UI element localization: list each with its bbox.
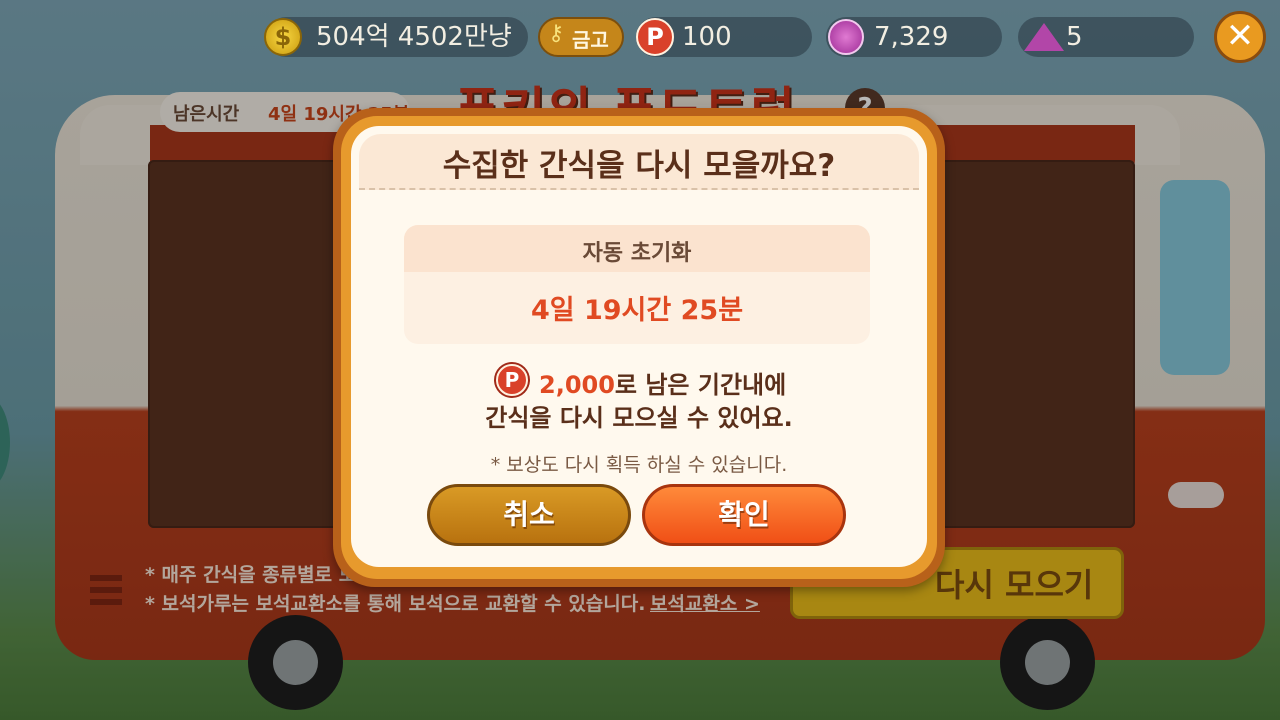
cancel-button[interactable]: 취소 (427, 484, 631, 546)
dialog-title: 수집한 간식을 다시 모을까요? (442, 148, 836, 184)
auto-reset-label: 자동 초기화 (582, 241, 692, 266)
gem-icon (828, 19, 864, 55)
gem-dust-amount: 5 (1066, 22, 1083, 52)
point-icon: P (496, 364, 528, 396)
reward-note: * 보상도 다시 획득 하실 수 있습니다. (490, 454, 788, 476)
recollect-cost: 2,000 (539, 371, 615, 399)
dialog-message-line2: 간식을 다시 모으실 수 있어요. (485, 404, 793, 432)
coin-amount: 504억 4502만냥 (316, 22, 512, 52)
point-amount: 100 (682, 22, 732, 52)
gem-dust-icon (1024, 23, 1064, 51)
auto-reset-time: 4일 19시간 25분 (530, 295, 744, 326)
close-icon[interactable]: ✕ (1214, 11, 1266, 63)
dialog-message-line1: 2,000로 남은 기간내에 (539, 365, 786, 400)
coin-icon: $ (264, 18, 302, 56)
dialog-message-line1-text: 로 남은 기간내에 (614, 371, 787, 399)
point-icon: P (636, 18, 674, 56)
key-icon: ⚷ (548, 21, 565, 46)
gem-amount: 7,329 (874, 22, 949, 52)
vault-button-label: 금고 (572, 28, 609, 52)
confirm-button[interactable]: 확인 (642, 484, 846, 546)
